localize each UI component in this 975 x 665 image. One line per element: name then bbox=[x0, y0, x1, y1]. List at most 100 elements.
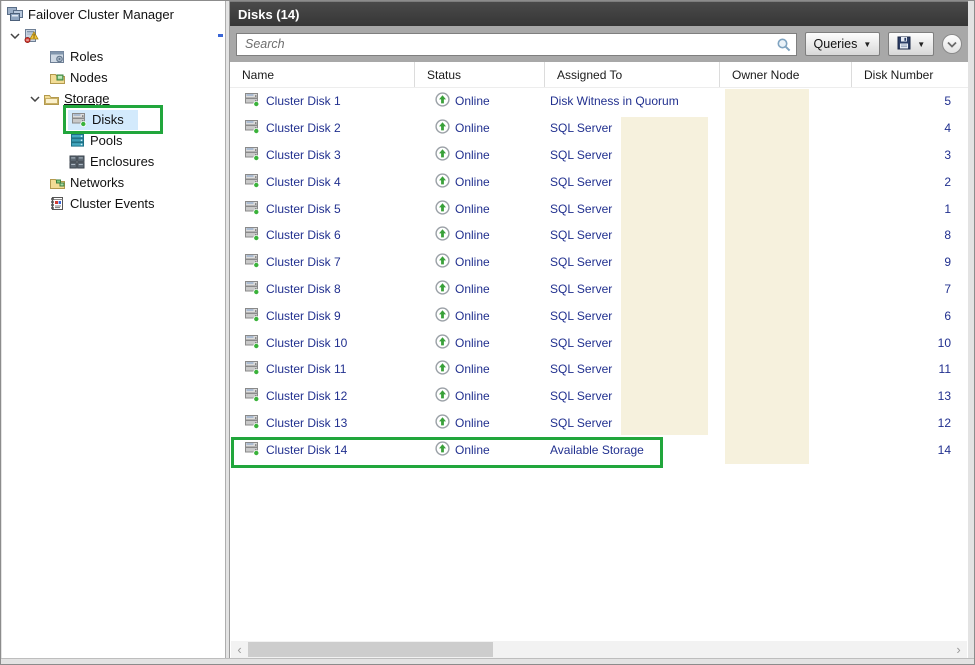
assigned-to-text: SQL Server bbox=[550, 255, 613, 270]
disk-name: Cluster Disk 1 bbox=[266, 94, 341, 109]
status-text: Online bbox=[455, 281, 490, 296]
tree-root-failover-cluster-manager[interactable]: Failover Cluster Manager bbox=[2, 4, 225, 25]
cluster-disk-icon bbox=[244, 334, 260, 352]
table-row[interactable]: Cluster Disk 6 Online SQL Server 8 bbox=[230, 222, 968, 249]
sidebar-item-label: Cluster Events bbox=[70, 196, 155, 211]
cluster-disk-icon bbox=[244, 226, 260, 244]
disk-name: Cluster Disk 5 bbox=[266, 201, 341, 216]
chevron-down-icon[interactable] bbox=[28, 95, 42, 102]
failover-cluster-manager-window: Failover Cluster Manager Roles Nodes Sto… bbox=[0, 0, 975, 665]
queries-button[interactable]: Queries ▼ bbox=[804, 32, 881, 56]
chevron-down-icon: ▼ bbox=[917, 39, 926, 49]
sidebar-item-label: Nodes bbox=[70, 70, 108, 85]
column-header-owner-node[interactable]: Owner Node bbox=[720, 62, 852, 87]
tree-item-cluster[interactable] bbox=[2, 25, 225, 46]
table-row[interactable]: Cluster Disk 14 Online Available Storage… bbox=[230, 436, 968, 463]
disk-number-text: 2 bbox=[944, 174, 951, 189]
sidebar-item-roles[interactable]: Roles bbox=[2, 46, 225, 67]
sidebar-item-label: Networks bbox=[70, 175, 125, 190]
selected-item-highlight: Disks bbox=[68, 109, 138, 130]
cluster-events-icon bbox=[48, 196, 66, 212]
scrollbar-thumb[interactable] bbox=[248, 642, 493, 657]
table-row[interactable]: Cluster Disk 3 Online SQL Server 3 bbox=[230, 142, 968, 169]
disk-name: Cluster Disk 12 bbox=[266, 389, 348, 404]
cluster-disk-icon bbox=[244, 146, 260, 164]
table-row[interactable]: Cluster Disk 4 Online SQL Server 2 bbox=[230, 168, 968, 195]
disks-panel: Disks (14) Queries ▼ ▼ bbox=[229, 1, 969, 660]
cluster-disk-icon bbox=[244, 119, 260, 137]
cluster-disk-icon bbox=[244, 414, 260, 432]
sidebar-item-cluster-events[interactable]: Cluster Events bbox=[2, 193, 225, 214]
sidebar-item-enclosures[interactable]: Enclosures bbox=[2, 151, 225, 172]
assigned-to-text: SQL Server bbox=[550, 121, 613, 136]
scroll-left-icon[interactable]: ‹ bbox=[231, 641, 248, 658]
online-status-icon bbox=[435, 199, 450, 218]
roles-icon bbox=[48, 49, 66, 65]
disk-name: Cluster Disk 2 bbox=[266, 121, 341, 136]
table-row[interactable]: Cluster Disk 1 Online Disk Witness in Qu… bbox=[230, 88, 968, 115]
column-header-status[interactable]: Status bbox=[415, 62, 545, 87]
sidebar-item-nodes[interactable]: Nodes bbox=[2, 67, 225, 88]
table-row[interactable]: Cluster Disk 10 Online SQL Server 10 bbox=[230, 329, 968, 356]
search-icon[interactable] bbox=[776, 37, 792, 58]
status-text: Online bbox=[455, 308, 490, 323]
search-input[interactable] bbox=[237, 33, 796, 55]
column-header-disk-number[interactable]: Disk Number bbox=[852, 62, 963, 87]
disk-name: Cluster Disk 8 bbox=[266, 281, 341, 296]
table-row[interactable]: Cluster Disk 8 Online SQL Server 7 bbox=[230, 276, 968, 303]
cluster-disk-icon bbox=[244, 280, 260, 298]
save-query-button[interactable]: ▼ bbox=[888, 32, 935, 56]
table-row[interactable]: Cluster Disk 5 Online SQL Server 1 bbox=[230, 195, 968, 222]
table-row[interactable]: Cluster Disk 12 Online SQL Server 13 bbox=[230, 383, 968, 410]
horizontal-scrollbar[interactable]: ‹ › bbox=[231, 641, 967, 658]
scroll-right-icon[interactable]: › bbox=[950, 641, 967, 658]
sidebar-item-storage[interactable]: Storage bbox=[2, 88, 225, 109]
disk-number-text: 4 bbox=[944, 121, 951, 136]
nodes-icon bbox=[48, 70, 66, 86]
cluster-disk-icon bbox=[244, 173, 260, 191]
cluster-disk-icon bbox=[244, 200, 260, 218]
table-row[interactable]: Cluster Disk 9 Online SQL Server 6 bbox=[230, 302, 968, 329]
column-header-assigned-to[interactable]: Assigned To bbox=[545, 62, 720, 87]
table-header: Name Status Assigned To Owner Node Disk … bbox=[230, 62, 968, 88]
online-status-icon bbox=[435, 173, 450, 191]
online-status-icon bbox=[435, 280, 450, 298]
cluster-disk-icon bbox=[244, 307, 260, 325]
networks-icon bbox=[48, 175, 66, 191]
assigned-to-text: SQL Server bbox=[550, 415, 613, 430]
disk-number-text: 6 bbox=[944, 308, 951, 323]
online-status-icon bbox=[435, 226, 450, 244]
table-row[interactable]: Cluster Disk 11 Online SQL Server 11 bbox=[230, 356, 968, 383]
sidebar-item-networks[interactable]: Networks bbox=[2, 172, 225, 193]
status-text: Online bbox=[455, 255, 490, 270]
sidebar-item-disks[interactable]: Disks bbox=[2, 109, 225, 130]
cluster-disk-icon bbox=[244, 253, 260, 271]
disk-number-text: 1 bbox=[944, 201, 951, 216]
disk-number-text: 9 bbox=[944, 255, 951, 270]
disks-icon bbox=[70, 112, 88, 128]
status-text: Online bbox=[455, 228, 490, 243]
table-row[interactable]: Cluster Disk 2 Online SQL Server 4 bbox=[230, 115, 968, 142]
search-box bbox=[236, 32, 797, 58]
cluster-disk-icon bbox=[244, 92, 260, 110]
sidebar-item-label: Disks bbox=[92, 112, 124, 127]
table-row[interactable]: Cluster Disk 13 Online SQL Server 12 bbox=[230, 410, 968, 437]
column-header-name[interactable]: Name bbox=[230, 62, 415, 87]
disk-name: Cluster Disk 6 bbox=[266, 228, 341, 243]
sidebar-item-pools[interactable]: Pools bbox=[2, 130, 225, 151]
panel-header: Disks (14) bbox=[230, 1, 968, 26]
online-status-icon bbox=[435, 441, 450, 459]
status-text: Online bbox=[455, 174, 490, 189]
enclosures-icon bbox=[68, 154, 86, 170]
cluster-manager-icon bbox=[6, 7, 24, 23]
assigned-to-text: SQL Server bbox=[550, 389, 613, 404]
table-row[interactable]: Cluster Disk 7 Online SQL Server 9 bbox=[230, 249, 968, 276]
disk-list: Cluster Disk 1 Online Disk Witness in Qu… bbox=[230, 88, 968, 463]
sidebar-item-label: Enclosures bbox=[90, 154, 155, 169]
disk-number-text: 11 bbox=[938, 362, 951, 377]
chevron-down-icon[interactable] bbox=[8, 32, 22, 39]
assigned-to-text: SQL Server bbox=[550, 281, 613, 296]
collapse-panel-button[interactable] bbox=[942, 34, 962, 54]
status-text: Online bbox=[455, 201, 490, 216]
disk-name: Cluster Disk 14 bbox=[266, 442, 348, 457]
